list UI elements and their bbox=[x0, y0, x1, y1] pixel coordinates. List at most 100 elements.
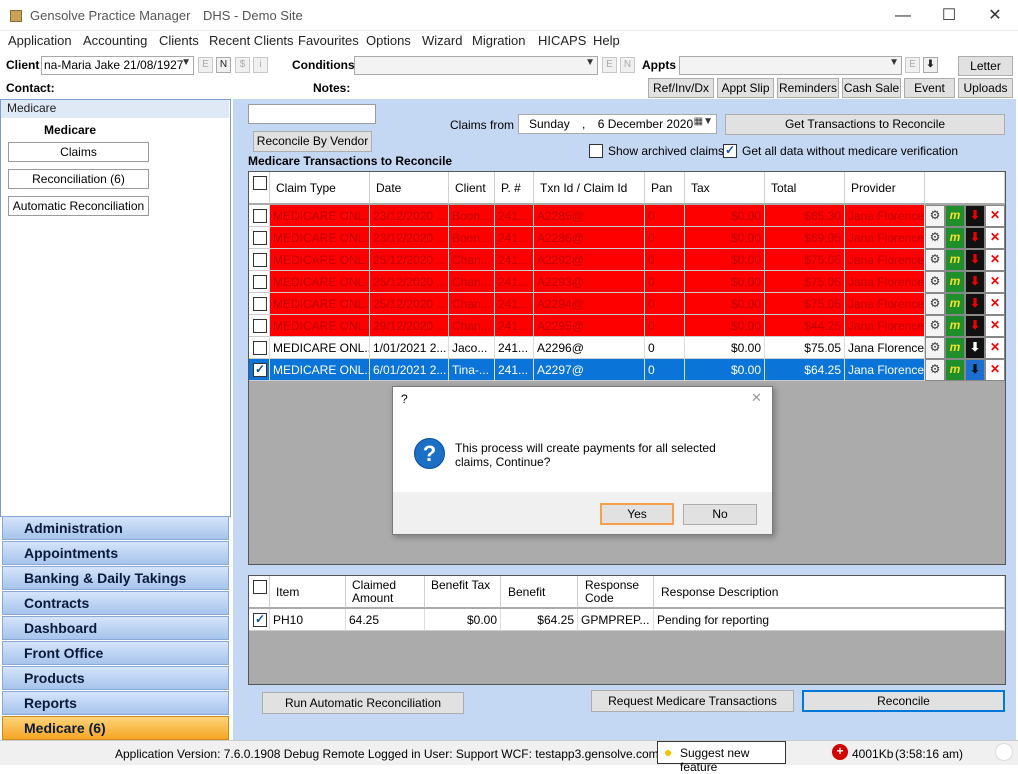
cell-tax[interactable]: $0.00 bbox=[685, 337, 765, 359]
client-info-button[interactable]: i bbox=[253, 57, 268, 73]
col-response-description[interactable]: Response Description bbox=[654, 576, 1005, 608]
row-checkbox-cell[interactable] bbox=[249, 293, 270, 315]
cell-date[interactable]: 25/12/2020 ... bbox=[370, 271, 449, 293]
delete-icon[interactable]: ✕ bbox=[985, 249, 1005, 271]
run-automatic-reconciliation-button[interactable]: Run Automatic Reconciliation bbox=[262, 692, 464, 714]
item-cell[interactable]: PH10 bbox=[270, 609, 346, 631]
cell-total[interactable]: $65.30 bbox=[765, 205, 845, 227]
cell-tax[interactable]: $0.00 bbox=[685, 293, 765, 315]
cell-claim[interactable]: MEDICARE ONL... bbox=[270, 227, 370, 249]
delete-icon[interactable]: ✕ bbox=[985, 205, 1005, 227]
row-checkbox-cell[interactable] bbox=[249, 227, 270, 249]
medicare-icon[interactable]: m bbox=[945, 249, 965, 271]
col-txn-id[interactable]: Txn Id / Claim Id bbox=[534, 172, 645, 204]
arrow-down-icon[interactable]: ⬇ bbox=[965, 249, 985, 271]
row-checkbox[interactable] bbox=[253, 341, 267, 355]
gear-icon[interactable]: ⚙ bbox=[925, 205, 945, 227]
row-checkbox[interactable] bbox=[253, 209, 267, 223]
col-client[interactable]: Client bbox=[449, 172, 495, 204]
letter-button[interactable]: Letter bbox=[958, 56, 1013, 76]
items-select-all-header[interactable] bbox=[249, 576, 270, 608]
menu-migration[interactable]: Migration bbox=[472, 33, 525, 48]
cell-client[interactable]: Chan... bbox=[449, 271, 495, 293]
cell-provider[interactable]: Jana Florence bbox=[845, 359, 925, 381]
cell-tax[interactable]: $0.00 bbox=[685, 227, 765, 249]
delete-icon[interactable]: ✕ bbox=[985, 271, 1005, 293]
row-checkbox-cell[interactable] bbox=[249, 249, 270, 271]
arrow-down-icon[interactable]: ⬇ bbox=[965, 337, 985, 359]
reminders-button[interactable]: Reminders bbox=[777, 78, 839, 98]
menu-wizard[interactable]: Wizard bbox=[422, 33, 462, 48]
col-date[interactable]: Date bbox=[370, 172, 449, 204]
medicare-icon[interactable]: m bbox=[945, 315, 965, 337]
cell-txn[interactable]: A2297@ bbox=[534, 359, 645, 381]
arrow-down-icon[interactable]: ⬇ bbox=[965, 271, 985, 293]
cell-provider[interactable]: Jana Florence bbox=[845, 249, 925, 271]
cell-provider[interactable]: Jana Florence bbox=[845, 227, 925, 249]
menu-accounting[interactable]: Accounting bbox=[83, 33, 147, 48]
delete-icon[interactable]: ✕ bbox=[985, 315, 1005, 337]
select-all-checkbox[interactable] bbox=[253, 176, 267, 190]
row-checkbox-cell[interactable] bbox=[249, 337, 270, 359]
cell-claim[interactable]: MEDICARE ONL... bbox=[270, 271, 370, 293]
nav-front-office[interactable]: Front Office bbox=[2, 641, 229, 665]
cell-date[interactable]: 25/12/2020 ... bbox=[370, 249, 449, 271]
cell-claim[interactable]: MEDICARE ONL... bbox=[270, 293, 370, 315]
cell-txn[interactable]: A2286@ bbox=[534, 227, 645, 249]
appts-select[interactable]: ▼ bbox=[679, 56, 902, 75]
cell-client[interactable]: Boon... bbox=[449, 205, 495, 227]
event-button[interactable]: Event bbox=[904, 78, 955, 98]
gear-icon[interactable]: ⚙ bbox=[925, 359, 945, 381]
nav-dashboard[interactable]: Dashboard bbox=[2, 616, 229, 640]
benefit-tax-cell[interactable]: $0.00 bbox=[425, 609, 501, 631]
medicare-icon[interactable]: m bbox=[945, 227, 965, 249]
medicare-icon[interactable]: m bbox=[945, 271, 965, 293]
cell-claim[interactable]: MEDICARE ONL... bbox=[270, 315, 370, 337]
cell-client[interactable]: Boon... bbox=[449, 227, 495, 249]
cell-p[interactable]: 241... bbox=[495, 249, 534, 271]
nav-contracts[interactable]: Contracts bbox=[2, 591, 229, 615]
menu-hicaps[interactable]: HICAPS bbox=[538, 33, 586, 48]
gear-icon[interactable]: ⚙ bbox=[925, 293, 945, 315]
reconciliation-button[interactable]: Reconciliation (6) bbox=[8, 169, 149, 189]
menu-favourites[interactable]: Favourites bbox=[298, 33, 359, 48]
cell-date[interactable]: 29/12/2020 ... bbox=[370, 315, 449, 337]
col-response-code[interactable]: Response Code bbox=[578, 576, 654, 608]
cell-date[interactable]: 6/01/2021 2... bbox=[370, 359, 449, 381]
delete-icon[interactable]: ✕ bbox=[985, 359, 1005, 381]
menu-recent-clients[interactable]: Recent Clients bbox=[209, 33, 294, 48]
cell-p[interactable]: 241... bbox=[495, 227, 534, 249]
cell-p[interactable]: 241... bbox=[495, 337, 534, 359]
cell-tax[interactable]: $0.00 bbox=[685, 271, 765, 293]
cell-p[interactable]: 241... bbox=[495, 293, 534, 315]
response-code-cell[interactable]: GPMPREP... bbox=[578, 609, 654, 631]
cell-claim[interactable]: MEDICARE ONL... bbox=[270, 249, 370, 271]
cell-date[interactable]: 23/12/2020 ... bbox=[370, 227, 449, 249]
get-all-checkbox[interactable]: ✓ bbox=[723, 144, 737, 158]
cell-p[interactable]: 241... bbox=[495, 315, 534, 337]
claims-from-date[interactable]: Sunday , 6 December 2020 ▦▼ bbox=[518, 114, 717, 134]
cell-pan[interactable]: 0 bbox=[645, 315, 685, 337]
menu-clients[interactable]: Clients bbox=[159, 33, 199, 48]
response-description-cell[interactable]: Pending for reporting bbox=[654, 609, 1005, 631]
claims-button[interactable]: Claims bbox=[8, 142, 149, 162]
cell-client[interactable]: Jaco... bbox=[449, 337, 495, 359]
uploads-button[interactable]: Uploads bbox=[958, 78, 1013, 98]
medicare-icon[interactable]: m bbox=[945, 205, 965, 227]
calendar-icon[interactable]: ▦▼ bbox=[694, 116, 713, 127]
nav-administration[interactable]: Administration bbox=[2, 516, 229, 540]
row-checkbox[interactable]: ✓ bbox=[253, 363, 267, 377]
cell-total[interactable]: $44.25 bbox=[765, 315, 845, 337]
col-benefit[interactable]: Benefit bbox=[501, 576, 578, 608]
row-checkbox-cell[interactable] bbox=[249, 205, 270, 227]
nav-banking[interactable]: Banking & Daily Takings bbox=[2, 566, 229, 590]
medicare-icon[interactable]: m bbox=[945, 337, 965, 359]
arrow-down-icon[interactable]: ⬇ bbox=[965, 205, 985, 227]
cell-txn[interactable]: A2295@ bbox=[534, 315, 645, 337]
cell-date[interactable]: 1/01/2021 2... bbox=[370, 337, 449, 359]
benefit-cell[interactable]: $64.25 bbox=[501, 609, 578, 631]
gear-icon[interactable]: ⚙ bbox=[925, 227, 945, 249]
arrow-down-icon[interactable]: ⬇ bbox=[965, 227, 985, 249]
claimed-cell[interactable]: 64.25 bbox=[346, 609, 425, 631]
gear-icon[interactable]: ⚙ bbox=[925, 337, 945, 359]
